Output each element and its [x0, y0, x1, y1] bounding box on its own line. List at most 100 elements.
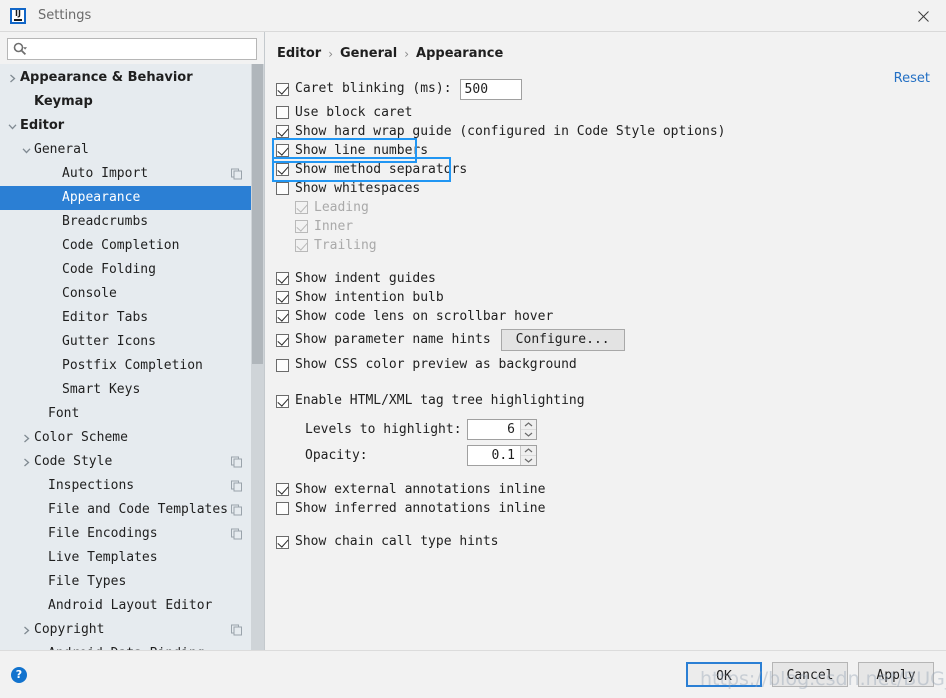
show-method-separators-checkbox[interactable]	[276, 163, 289, 176]
levels-to-highlight-row: Levels to highlight:	[276, 418, 946, 440]
sidebar-item-appearance[interactable]: Appearance	[0, 186, 264, 210]
sidebar-item-appearance-behavior[interactable]: Appearance & Behavior	[0, 66, 264, 90]
use-block-caret-checkbox[interactable]	[276, 106, 289, 119]
levels-to-highlight-input[interactable]	[468, 420, 520, 439]
sidebar-item-auto-import[interactable]: Auto Import	[0, 162, 264, 186]
spin-up-icon[interactable]	[521, 420, 536, 430]
levels-to-highlight-label: Levels to highlight:	[305, 422, 467, 437]
chevron-right-icon[interactable]	[18, 626, 34, 635]
sidebar-item-file-encodings[interactable]: File Encodings	[0, 522, 264, 546]
spin-down-icon[interactable]	[521, 456, 536, 465]
sidebar-item-keymap[interactable]: Keymap	[0, 90, 264, 114]
show-code-lens-on-scrollbar-hover-checkbox[interactable]	[276, 310, 289, 323]
opacity-row: Opacity:	[276, 444, 946, 466]
sidebar-item-label: Console	[62, 282, 117, 306]
levels-to-highlight-stepper[interactable]	[467, 419, 537, 440]
close-icon[interactable]	[900, 0, 946, 32]
sidebar-item-label: Font	[48, 402, 79, 426]
show-external-annotations-inline-checkbox[interactable]	[276, 483, 289, 496]
ok-button[interactable]: OK	[686, 662, 762, 687]
sidebar-item-live-templates[interactable]: Live Templates	[0, 546, 264, 570]
show-indent-guides-checkbox[interactable]	[276, 272, 289, 285]
copy-settings-icon[interactable]	[231, 481, 242, 492]
sidebar-item-code-completion[interactable]: Code Completion	[0, 234, 264, 258]
spin-down-icon[interactable]	[521, 430, 536, 439]
sidebar-item-label: Android Layout Editor	[48, 594, 212, 618]
show-line-numbers-row: Show line numbers	[276, 141, 946, 160]
settings-content: Editor › General › Appearance Reset Care…	[265, 32, 946, 650]
sidebar-item-general[interactable]: General	[0, 138, 264, 162]
chevron-down-icon[interactable]	[18, 146, 34, 155]
chevron-right-icon[interactable]	[4, 74, 20, 83]
sidebar-item-editor-tabs[interactable]: Editor Tabs	[0, 306, 264, 330]
sidebar-item-file-types[interactable]: File Types	[0, 570, 264, 594]
sidebar-item-editor[interactable]: Editor	[0, 114, 264, 138]
show-line-numbers-checkbox[interactable]	[276, 144, 289, 157]
copy-settings-icon[interactable]	[231, 457, 242, 468]
leading-row: Leading	[295, 198, 946, 217]
breadcrumb-item-0[interactable]: Editor	[277, 46, 321, 61]
sidebar-item-code-folding[interactable]: Code Folding	[0, 258, 264, 282]
chevron-right-icon[interactable]	[18, 434, 34, 443]
opacity-label: Opacity:	[305, 448, 467, 463]
show-whitespaces-checkbox[interactable]	[276, 182, 289, 195]
tag-tree-highlighting-checkbox[interactable]	[276, 395, 289, 408]
sidebar-item-breadcrumbs[interactable]: Breadcrumbs	[0, 210, 264, 234]
sidebar-item-code-style[interactable]: Code Style	[0, 450, 264, 474]
show-method-separators-label: Show method separators	[295, 162, 467, 178]
sidebar-scrollbar-track[interactable]	[251, 64, 264, 650]
search-box[interactable]	[7, 38, 257, 60]
parameter-name-hints-checkbox[interactable]	[276, 334, 289, 347]
leading-checkbox	[295, 201, 308, 214]
opacity-stepper[interactable]	[467, 445, 537, 466]
cancel-button[interactable]: Cancel	[772, 662, 848, 687]
copy-settings-icon[interactable]	[231, 625, 242, 636]
caret-blinking-checkbox[interactable]	[276, 83, 289, 96]
show-inferred-annotations-inline-row: Show inferred annotations inline	[276, 499, 946, 518]
parameter-name-hints-row: Show parameter name hints Configure...	[276, 326, 946, 354]
copy-settings-icon[interactable]	[231, 505, 242, 516]
breadcrumb-item-1[interactable]: General	[340, 46, 397, 61]
caret-blinking-input[interactable]	[460, 79, 522, 100]
spin-up-icon[interactable]	[521, 446, 536, 456]
sidebar-item-label: Color Scheme	[34, 426, 128, 450]
window-title: Settings	[38, 8, 91, 23]
configure-button[interactable]: Configure...	[501, 329, 625, 351]
settings-sidebar: Appearance & BehaviorKeymapEditorGeneral…	[0, 32, 265, 650]
sidebar-item-color-scheme[interactable]: Color Scheme	[0, 426, 264, 450]
chain-call-type-hints-checkbox[interactable]	[276, 536, 289, 549]
sidebar-item-font[interactable]: Font	[0, 402, 264, 426]
sidebar-item-gutter-icons[interactable]: Gutter Icons	[0, 330, 264, 354]
show-indent-guides-row: Show indent guides	[276, 269, 946, 288]
sidebar-item-postfix-completion[interactable]: Postfix Completion	[0, 354, 264, 378]
chevron-down-icon[interactable]	[4, 122, 20, 131]
css-color-preview-label: Show CSS color preview as background	[295, 357, 577, 373]
dialog-buttons: OK Cancel Apply	[686, 662, 934, 687]
chevron-right-icon[interactable]	[18, 458, 34, 467]
apply-button[interactable]: Apply	[858, 662, 934, 687]
sidebar-item-android-data-binding[interactable]: Android Data Binding	[0, 642, 264, 650]
sidebar-item-file-and-code-templates[interactable]: File and Code Templates	[0, 498, 264, 522]
levels-spin-buttons	[520, 420, 536, 439]
show-inferred-annotations-inline-label: Show inferred annotations inline	[295, 501, 545, 517]
show-intention-bulb-checkbox[interactable]	[276, 291, 289, 304]
sidebar-item-inspections[interactable]: Inspections	[0, 474, 264, 498]
sidebar-item-console[interactable]: Console	[0, 282, 264, 306]
opacity-input[interactable]	[468, 446, 520, 465]
inner-checkbox	[295, 220, 308, 233]
css-color-preview-checkbox[interactable]	[276, 359, 289, 372]
copy-settings-icon[interactable]	[231, 529, 242, 540]
sidebar-scrollbar-thumb[interactable]	[252, 64, 263, 364]
use-block-caret-label: Use block caret	[295, 105, 412, 121]
sidebar-item-android-layout-editor[interactable]: Android Layout Editor	[0, 594, 264, 618]
copy-settings-icon[interactable]	[231, 169, 242, 180]
help-icon[interactable]: ?	[11, 667, 27, 683]
sidebar-item-smart-keys[interactable]: Smart Keys	[0, 378, 264, 402]
tag-tree-highlighting-row: Enable HTML/XML tag tree highlighting	[276, 390, 946, 412]
search-input[interactable]	[27, 40, 256, 58]
show-inferred-annotations-inline-checkbox[interactable]	[276, 502, 289, 515]
sidebar-item-copyright[interactable]: Copyright	[0, 618, 264, 642]
sidebar-item-label: Appearance	[62, 186, 140, 210]
show-intention-bulb-label: Show intention bulb	[295, 290, 444, 306]
show-hard-wrap-guide-configured-in-code-style-options-checkbox[interactable]	[276, 125, 289, 138]
